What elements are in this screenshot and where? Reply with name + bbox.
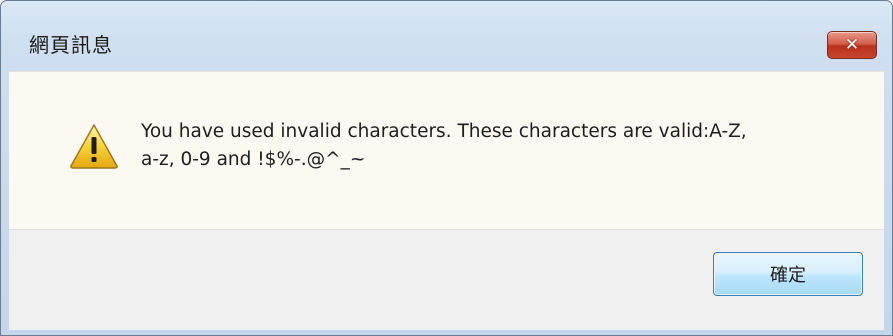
message-text: You have used invalid characters. These … (141, 118, 861, 174)
close-button[interactable]: ✕ (827, 31, 877, 59)
close-icon: ✕ (844, 34, 860, 55)
button-bar: 確定 (9, 229, 884, 330)
message-dialog: 網頁訊息 ✕ You have used invalid characters.… (0, 0, 893, 336)
title-bar[interactable]: 網頁訊息 ✕ (1, 1, 892, 71)
warning-icon (70, 124, 118, 169)
message-line-2: a-z, 0-9 and !$%-.@^_~ (141, 149, 366, 170)
window-title: 網頁訊息 (29, 33, 113, 57)
ok-button[interactable]: 確定 (713, 252, 863, 296)
message-line-1: You have used invalid characters. These … (141, 121, 747, 142)
message-area: You have used invalid characters. These … (9, 71, 884, 230)
